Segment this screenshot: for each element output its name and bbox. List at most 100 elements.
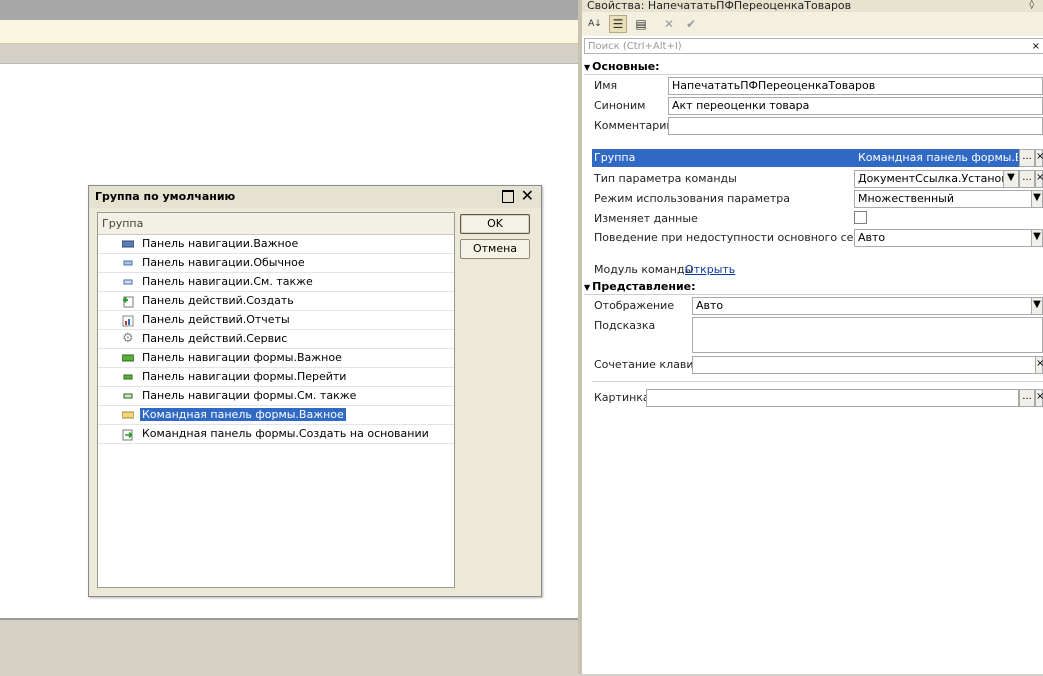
param-mode-select[interactable]: Множественный [854, 190, 1043, 208]
collapse-arrow-icon: ▼ [584, 63, 591, 72]
default-group-dialog: Группа по умолчанию ✕ Группа Панель нави… [88, 185, 542, 597]
section-main[interactable]: ▼ Основные: [584, 60, 660, 73]
display-label: Отображение [594, 299, 675, 312]
list-item-label: Панель действий.Создать [142, 294, 294, 307]
reports-icon [122, 315, 134, 327]
list-item-selected[interactable]: Командная панель формы.Важное [98, 406, 454, 425]
list-item-label: Командная панель формы.Важное [140, 408, 346, 421]
list-item[interactable]: Панель действий.Создать [98, 292, 454, 311]
check-icon[interactable]: ✔ [682, 15, 700, 33]
display-select[interactable]: Авто [692, 297, 1043, 315]
gear-icon: ⚙ [122, 331, 134, 346]
divider [584, 294, 1043, 295]
maximize-icon[interactable] [502, 190, 514, 203]
modifies-data-label: Изменяет данные [594, 212, 698, 225]
server-behavior-select[interactable]: Авто [854, 229, 1043, 247]
group-column-header: Группа [98, 213, 454, 235]
chevron-down-icon[interactable]: ▼ [1031, 190, 1043, 208]
section-main-label: Основные: [592, 60, 660, 73]
list-item[interactable]: Панель навигации.Важное [98, 235, 454, 254]
properties-search-input[interactable]: Поиск (Ctrl+Alt+I) × [584, 38, 1043, 54]
command-panel-icon [121, 410, 135, 420]
list-item-label: Панель навигации формы.См. также [142, 389, 357, 402]
search-placeholder: Поиск (Ctrl+Alt+I) [588, 41, 682, 52]
search-clear-icon[interactable]: × [1032, 39, 1040, 55]
command-module-label: Модуль команды [594, 263, 694, 276]
list-item[interactable]: Панель навигации формы.Важное [98, 349, 454, 368]
list-item-label: Панель действий.Отчеты [142, 313, 290, 326]
group-clear-button[interactable]: × [1035, 149, 1043, 167]
workspace-bottom-panel [0, 618, 578, 676]
form-nav-seealso-icon [122, 391, 134, 401]
properties-title: Свойства: НапечататьПФПереоценкаТоваров … [582, 0, 1043, 12]
properties-toolbar: A↓ ☰ ▤ ✕ ✔ [582, 12, 1043, 36]
chevron-down-icon[interactable]: ▼ [1003, 170, 1019, 188]
sort-alpha-icon[interactable]: A↓ [586, 15, 604, 33]
open-module-link[interactable]: Открыть [685, 263, 735, 276]
list-item-label: Командная панель формы.Создать на основа… [142, 427, 429, 440]
picture-clear-button[interactable]: × [1035, 389, 1043, 407]
dialog-title: Группа по умолчанию [89, 186, 541, 208]
name-field[interactable]: НапечататьПФПереоценкаТоваров [668, 77, 1043, 95]
list-item-label: Панель навигации.Обычное [142, 256, 305, 269]
modifies-data-checkbox[interactable] [854, 211, 867, 224]
list-item[interactable]: Панель навигации.См. также [98, 273, 454, 292]
param-type-field[interactable]: ДокументСсылка.УстановкаЦен [854, 170, 1004, 188]
list-item-label: Панель навигации.См. также [142, 275, 313, 288]
group-list[interactable]: Группа Панель навигации.Важное Панель на… [97, 212, 455, 588]
chevron-down-icon[interactable]: ▼ [1031, 229, 1043, 247]
form-nav-goto-icon [122, 372, 134, 382]
list-item[interactable]: Командная панель формы.Создать на основа… [98, 425, 454, 444]
properties-panel: Свойства: НапечататьПФПереоценкаТоваров … [582, 0, 1043, 674]
param-mode-label: Режим использования параметра [594, 192, 790, 205]
list-item-label: Панель навигации.Важное [142, 237, 299, 250]
param-type-choose-button[interactable]: ... [1019, 170, 1035, 188]
picture-label: Картинка [594, 391, 650, 404]
collapse-arrow-icon: ▼ [584, 283, 591, 292]
group-field[interactable]: Командная панель формы.Важное [854, 149, 1019, 167]
clear-icon[interactable]: ✕ [660, 15, 678, 33]
nav-normal-icon [122, 258, 134, 268]
list-item[interactable]: Панель навигации формы.См. также [98, 387, 454, 406]
tooltip-label: Подсказка [594, 319, 656, 332]
server-behavior-label: Поведение при недоступности основного се… [594, 231, 888, 244]
divider [592, 381, 1043, 382]
cancel-button[interactable]: Отмена [460, 239, 530, 259]
divider [584, 74, 1043, 75]
shortcut-field[interactable] [692, 356, 1043, 374]
nav-seealso-icon [122, 277, 134, 287]
picture-field[interactable] [646, 389, 1019, 407]
chevron-down-icon[interactable]: ▼ [1031, 297, 1043, 315]
close-icon[interactable]: ✕ [521, 187, 534, 205]
list-item[interactable]: Панель навигации формы.Перейти [98, 368, 454, 387]
name-label: Имя [594, 79, 618, 92]
ok-button[interactable]: OK [460, 214, 530, 234]
section-view-label: Представление: [592, 280, 696, 293]
param-type-label: Тип параметра команды [594, 172, 737, 185]
workspace-top-strip [0, 0, 578, 20]
workspace-toolbar [0, 20, 578, 44]
list-item-label: Панель навигации формы.Перейти [142, 370, 347, 383]
nav-important-icon [121, 239, 135, 249]
form-nav-important-icon [121, 353, 135, 363]
param-type-clear-button[interactable]: × [1035, 170, 1043, 188]
synonym-label: Синоним [594, 99, 646, 112]
picture-choose-button[interactable]: ... [1019, 389, 1035, 407]
filter-icon[interactable]: ▤ [632, 15, 650, 33]
tooltip-field[interactable] [692, 317, 1043, 353]
shortcut-label: Сочетание клавиш [594, 358, 704, 371]
create-icon [122, 296, 134, 308]
create-based-on-icon [122, 429, 134, 441]
list-item[interactable]: Панель навигации.Обычное [98, 254, 454, 273]
synonym-field[interactable]: Акт переоценки товара [668, 97, 1043, 115]
comment-field[interactable] [668, 117, 1043, 135]
list-item-label: Панель действий.Сервис [142, 332, 288, 345]
pin-icon[interactable]: ◊ [1030, 0, 1034, 11]
group-choose-button[interactable]: ... [1019, 149, 1035, 167]
comment-label: Комментарий [594, 119, 674, 132]
categories-icon[interactable]: ☰ [609, 15, 627, 33]
shortcut-clear-button[interactable]: × [1035, 356, 1043, 374]
list-item[interactable]: ⚙ Панель действий.Сервис [98, 330, 454, 349]
list-item[interactable]: Панель действий.Отчеты [98, 311, 454, 330]
section-view[interactable]: ▼ Представление: [584, 280, 696, 293]
